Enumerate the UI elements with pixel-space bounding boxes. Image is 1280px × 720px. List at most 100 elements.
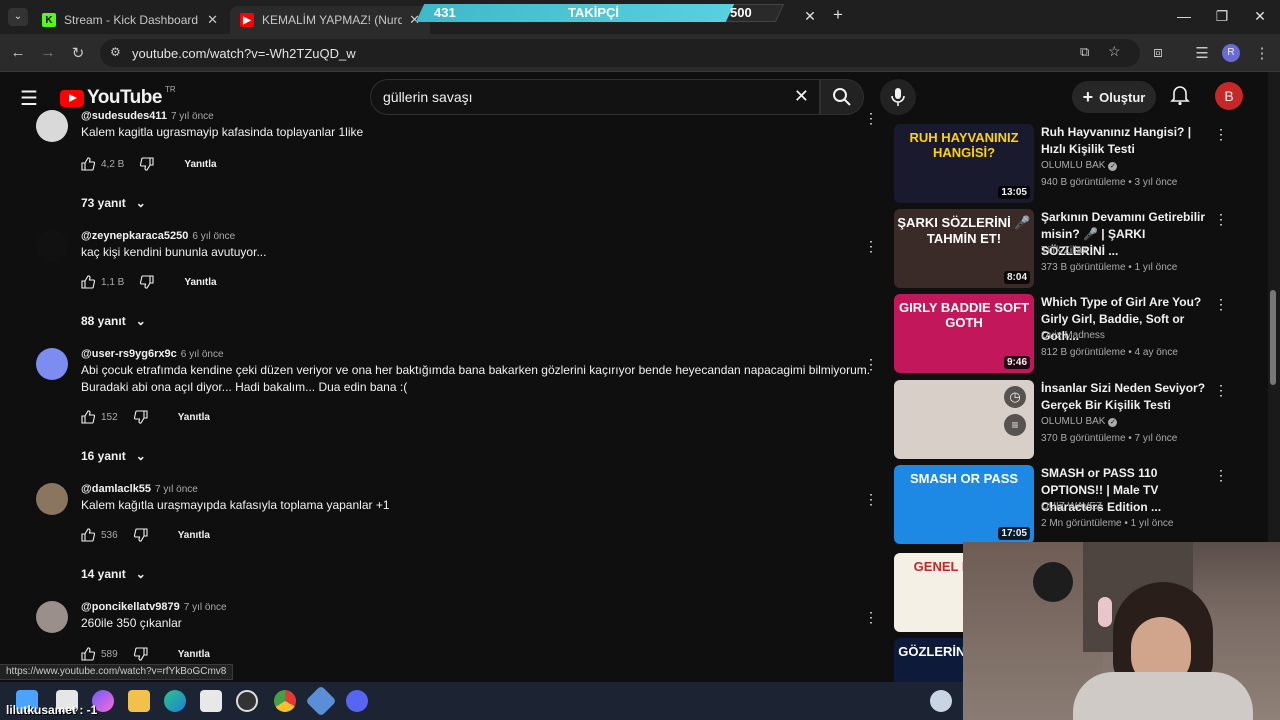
edge-icon[interactable] <box>164 690 186 712</box>
notifications-bell-icon[interactable] <box>1170 84 1190 111</box>
weather-icon[interactable] <box>930 690 952 712</box>
commenter-avatar[interactable] <box>36 230 68 262</box>
commenter-avatar[interactable] <box>36 110 68 142</box>
extensions-icon[interactable]: ⧈ <box>1148 44 1168 61</box>
channel-name[interactable]: QUIZ WAVEZ <box>1041 501 1102 512</box>
site-info-icon[interactable]: ⚙ <box>110 45 121 59</box>
video-thumbnail[interactable]: ŞARKI SÖZLERİNİ 🎤 TAHMİN ET! 8:04 <box>894 209 1034 288</box>
address-bar[interactable]: ⚙ youtube.com/watch?v=-Wh2TZuQD_w ⧉ ☆ <box>100 39 1140 67</box>
like-icon[interactable] <box>81 275 95 289</box>
tab-kick-dashboard[interactable]: K Stream - Kick Dashboard ✕ <box>32 6 228 34</box>
comment-time[interactable]: 7 yıl önce <box>171 111 214 122</box>
comment-author[interactable]: @sudesudes411 <box>81 110 167 122</box>
dislike-icon[interactable] <box>133 410 148 424</box>
dislike-icon[interactable] <box>133 647 148 661</box>
view-replies-button[interactable]: 73 yanıt ⌄ <box>81 196 146 210</box>
maximize-button[interactable]: ❐ <box>1212 8 1232 25</box>
video-thumbnail[interactable]: RUH HAYVANINIZ HANGİSİ? 13:05 <box>894 124 1034 203</box>
discord-icon[interactable] <box>346 690 368 712</box>
back-arrow-icon[interactable]: ← <box>8 44 28 61</box>
comment-author[interactable]: @zeynepkaraca5250 <box>81 230 188 242</box>
voice-search-button[interactable] <box>880 79 916 115</box>
like-icon[interactable] <box>81 647 95 661</box>
create-button[interactable]: + Oluştur <box>1072 81 1156 113</box>
video-more-icon[interactable]: ⋮ <box>1214 467 1228 484</box>
video-thumbnail[interactable]: SMASH OR PASS 17:05 <box>894 465 1034 544</box>
forward-arrow-icon[interactable]: → <box>38 44 58 61</box>
chrome-icon[interactable] <box>274 690 296 712</box>
comment-more-icon[interactable]: ⋮ <box>864 110 878 127</box>
close-icon[interactable]: ✕ <box>207 12 218 28</box>
tab-search-button[interactable]: ⌄ <box>8 8 28 26</box>
channel-name[interactable]: OLUMLU BAK ✓ <box>1041 160 1118 171</box>
comment-more-icon[interactable]: ⋮ <box>864 609 878 626</box>
video-more-icon[interactable]: ⋮ <box>1214 382 1228 399</box>
video-more-icon[interactable]: ⋮ <box>1214 211 1228 228</box>
related-video-item[interactable]: RUH HAYVANINIZ HANGİSİ? 13:05 Ruh Hayvanın… <box>894 124 1234 204</box>
comment-author[interactable]: @user-rs9yg6rx9c <box>81 348 177 360</box>
scrollbar-thumb[interactable] <box>1270 290 1276 385</box>
commenter-avatar[interactable] <box>36 483 68 515</box>
like-icon[interactable] <box>81 528 95 542</box>
tab-youtube-video[interactable]: ▶ KEMALİM YAPMAZ! (Nurdisina ✕ <box>230 6 430 34</box>
comment-author[interactable]: @poncikellatv9879 <box>81 601 180 613</box>
profile-avatar[interactable]: R <box>1222 44 1240 62</box>
like-icon[interactable] <box>81 410 95 424</box>
obs-icon[interactable] <box>236 690 258 712</box>
video-thumbnail[interactable]: GIRLY BADDIE SOFT GOTH 9:46 <box>894 294 1034 373</box>
related-video-item[interactable]: SMASH OR PASS 17:05 SMASH or PASS 110 OPTI… <box>894 465 1234 545</box>
dislike-icon[interactable] <box>140 275 154 289</box>
add-to-queue-icon[interactable]: ≡ <box>1004 414 1026 436</box>
channel-name[interactable]: Türk Zillaz <box>1041 245 1087 256</box>
youtube-logo[interactable]: YouTube TR <box>60 85 176 109</box>
store-icon[interactable] <box>200 690 222 712</box>
comment-time[interactable]: 7 yıl önce <box>184 602 227 613</box>
channel-name[interactable]: OLUMLU BAK ✓ <box>1041 416 1118 427</box>
dislike-icon[interactable] <box>133 528 148 542</box>
media-controls-icon[interactable]: ☰ <box>1192 44 1212 62</box>
like-icon[interactable] <box>81 157 95 171</box>
related-video-item[interactable]: ◷ ≡ İnsanlar Sizi Neden Seviyor? Gerçek Bi… <box>894 380 1234 460</box>
related-video-item[interactable]: ŞARKI SÖZLERİNİ 🎤 TAHMİN ET! 8:04 Şarkının… <box>894 209 1234 289</box>
related-video-item[interactable]: GIRLY BADDIE SOFT GOTH 9:46 Which Type of … <box>894 294 1234 374</box>
channel-name[interactable]: Quiz Madness <box>1041 330 1105 341</box>
video-thumbnail[interactable]: ◷ ≡ <box>894 380 1034 459</box>
account-avatar[interactable]: B <box>1215 82 1243 110</box>
bookmark-star-icon[interactable]: ☆ <box>1108 43 1121 60</box>
video-title[interactable]: Ruh Hayvanınız Hangisi? | Hızlı Kişilik … <box>1041 124 1209 158</box>
comment-more-icon[interactable]: ⋮ <box>864 238 878 255</box>
watch-later-icon[interactable]: ◷ <box>1004 386 1026 408</box>
view-replies-button[interactable]: 88 yanıt ⌄ <box>81 314 146 328</box>
commenter-avatar[interactable] <box>36 601 68 633</box>
tab-close-icon[interactable]: ✕ <box>800 8 820 25</box>
new-tab-button[interactable]: + <box>828 5 848 25</box>
reply-button[interactable]: Yanıtla <box>178 530 210 541</box>
view-replies-button[interactable]: 14 yanıt ⌄ <box>81 567 146 581</box>
video-title[interactable]: İnsanlar Sizi Neden Seviyor? Gerçek Bir … <box>1041 380 1209 414</box>
install-app-icon[interactable]: ⧉ <box>1080 44 1089 60</box>
app-icon[interactable] <box>305 685 337 717</box>
comment-author[interactable]: @damlaclk55 <box>81 483 151 495</box>
file-explorer-icon[interactable] <box>128 690 150 712</box>
comment-more-icon[interactable]: ⋮ <box>864 356 878 373</box>
reply-button[interactable]: Yanıtla <box>178 649 210 660</box>
video-more-icon[interactable]: ⋮ <box>1214 126 1228 143</box>
close-window-button[interactable]: ✕ <box>1250 8 1270 25</box>
reply-button[interactable]: Yanıtla <box>178 412 210 423</box>
reload-icon[interactable]: ↻ <box>68 44 88 62</box>
video-more-icon[interactable]: ⋮ <box>1214 296 1228 313</box>
hamburger-menu-icon[interactable]: ☰ <box>20 86 38 111</box>
comment-more-icon[interactable]: ⋮ <box>864 491 878 508</box>
reply-button[interactable]: Yanıtla <box>184 277 216 288</box>
minimize-button[interactable]: — <box>1174 8 1194 24</box>
clear-search-icon[interactable]: ✕ <box>794 86 809 107</box>
comment-time[interactable]: 6 yıl önce <box>181 349 224 360</box>
search-input[interactable] <box>383 89 763 105</box>
browser-menu-icon[interactable]: ⋮ <box>1252 44 1272 62</box>
dislike-icon[interactable] <box>140 157 154 171</box>
comment-time[interactable]: 6 yıl önce <box>192 231 235 242</box>
comment-time[interactable]: 7 yıl önce <box>155 484 198 495</box>
reply-button[interactable]: Yanıtla <box>184 159 216 170</box>
view-replies-button[interactable]: 16 yanıt ⌄ <box>81 449 146 463</box>
commenter-avatar[interactable] <box>36 348 68 380</box>
